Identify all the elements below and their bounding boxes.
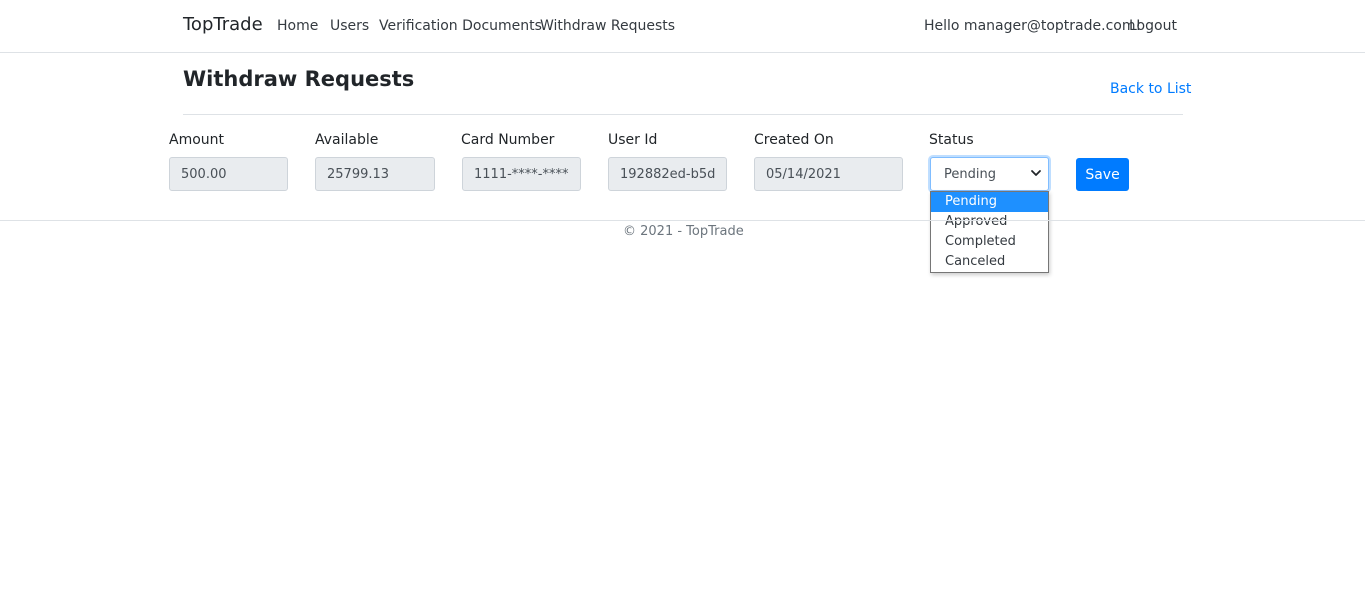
footer-divider	[0, 220, 1365, 221]
user-greeting-link[interactable]: Hello manager@toptrade.com!	[924, 18, 1141, 34]
amount-label: Amount	[169, 132, 225, 148]
nav-link-users[interactable]: Users	[330, 18, 369, 34]
footer-copyright: © 2021 - TopTrade	[623, 224, 744, 239]
status-label: Status	[929, 132, 974, 148]
status-select-value: Pending	[944, 167, 996, 182]
card-number-label: Card Number	[461, 132, 555, 148]
back-to-list-link[interactable]: Back to List	[1110, 81, 1191, 97]
user-id-field[interactable]	[608, 157, 727, 191]
nav-link-verification-documents[interactable]: Verification Documents	[379, 18, 542, 34]
brand-link[interactable]: TopTrade	[183, 14, 263, 35]
page-title: Withdraw Requests	[183, 67, 415, 91]
logout-link[interactable]: Logout	[1129, 18, 1177, 34]
amount-field[interactable]	[169, 157, 288, 191]
user-id-label: User Id	[608, 132, 658, 148]
navbar: TopTrade Home Users Verification Documen…	[0, 0, 1365, 53]
created-on-field[interactable]	[754, 157, 903, 191]
status-option-completed[interactable]: Completed	[931, 232, 1048, 252]
nav-link-withdraw-requests[interactable]: Withdraw Requests	[540, 18, 675, 34]
nav-link-home[interactable]: Home	[277, 18, 318, 34]
status-dropdown-list: Pending Approved Completed Canceled	[930, 191, 1049, 273]
status-option-pending[interactable]: Pending	[931, 192, 1048, 212]
card-number-field[interactable]	[462, 157, 581, 191]
available-label: Available	[315, 132, 379, 148]
status-option-approved[interactable]: Approved	[931, 212, 1048, 232]
title-divider	[183, 114, 1183, 115]
available-field[interactable]	[315, 157, 435, 191]
created-on-label: Created On	[754, 132, 834, 148]
status-select[interactable]: Pending	[930, 157, 1049, 191]
chevron-down-icon	[1031, 170, 1041, 176]
status-option-canceled[interactable]: Canceled	[931, 252, 1048, 272]
save-button[interactable]: Save	[1076, 158, 1129, 191]
